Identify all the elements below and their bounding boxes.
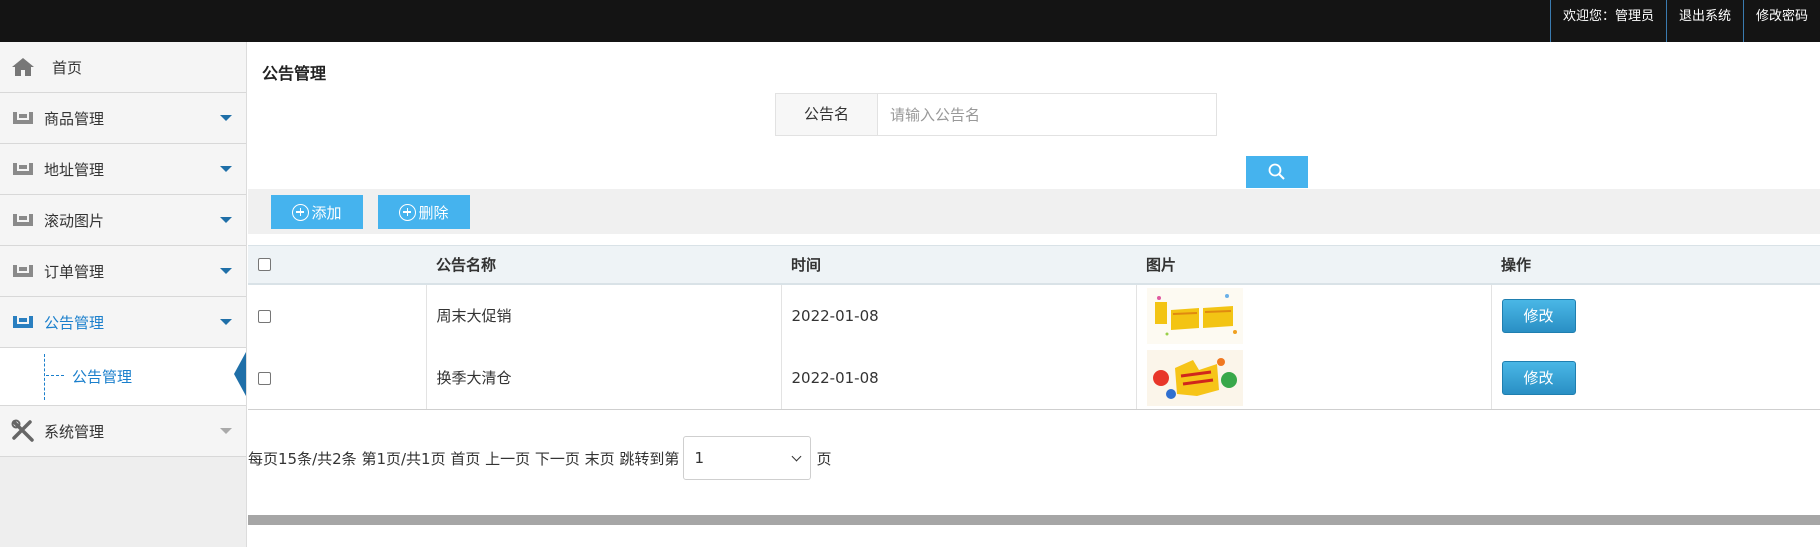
edit-button[interactable]: 修改 — [1501, 360, 1576, 395]
column-header-name[interactable]: 公告名称 — [426, 245, 781, 285]
column-header-action[interactable]: 操作 — [1491, 245, 1820, 285]
ribbon-icon — [10, 207, 36, 233]
announcement-image-cell — [1135, 346, 1491, 410]
sidebar-item-label: 订单管理 — [44, 262, 105, 281]
home-icon — [10, 54, 36, 80]
announcement-table: 公告名称 时间 图片 操作 周末大促销 2022-01-08 修改 换季大清仓 … — [248, 245, 1820, 410]
chevron-down-icon — [220, 115, 232, 121]
weekend-sale-image — [1146, 287, 1243, 344]
add-button[interactable]: 添加 — [271, 195, 363, 229]
tools-icon — [10, 418, 36, 444]
pagination-info: 每页15条/共2条 第1页/共1页 首页 上一页 下一页 末页 跳转到第 — [248, 449, 680, 468]
search-input[interactable] — [878, 94, 1216, 135]
sidebar: 首页 商品管理 地址管理 滚动图片 订单管理 公告管理 公告管理 系统管理 — [0, 42, 247, 547]
pagination-suffix: 页 — [816, 449, 832, 468]
select-all-cell — [248, 245, 426, 285]
delete-button-label: 删除 — [418, 204, 449, 222]
sidebar-item-label: 商品管理 — [44, 109, 105, 128]
sidebar-subitem-announcements[interactable]: 公告管理 — [0, 348, 246, 406]
plus-circle-icon — [292, 203, 310, 221]
row-select-cell — [248, 346, 426, 410]
tree-branch — [46, 375, 64, 376]
toolbar: 添加 删除 — [248, 189, 1820, 234]
ribbon-icon — [10, 156, 36, 182]
tree-line — [44, 354, 45, 400]
table-row: 换季大清仓 2022-01-08 修改 — [248, 346, 1820, 410]
ribbon-icon — [10, 258, 36, 284]
row-checkbox[interactable] — [258, 371, 271, 385]
delete-button[interactable]: 删除 — [378, 195, 470, 229]
sidebar-item-label: 系统管理 — [44, 422, 105, 441]
table-row: 周末大促销 2022-01-08 修改 — [248, 283, 1820, 347]
edit-button[interactable]: 修改 — [1501, 298, 1576, 333]
chevron-down-icon — [220, 166, 232, 172]
page-select[interactable]: 1 — [683, 436, 812, 480]
search-icon — [1268, 163, 1285, 180]
logout-link[interactable]: 退出系统 — [1665, 0, 1743, 42]
chevron-down-icon — [791, 451, 802, 461]
search-button[interactable] — [1246, 156, 1308, 188]
top-bar: 欢迎您：管理员 退出系统 修改密码 — [0, 0, 1820, 42]
announcement-name: 换季大清仓 — [425, 346, 781, 410]
sidebar-item-home[interactable]: 首页 — [0, 42, 246, 93]
top-links: 欢迎您：管理员 退出系统 修改密码 — [1549, 0, 1820, 42]
add-button-label: 添加 — [311, 204, 342, 222]
sidebar-subitem-label: 公告管理 — [72, 368, 133, 386]
search-label: 公告名 — [776, 94, 878, 135]
announcement-name: 周末大促销 — [425, 283, 781, 347]
action-cell: 修改 — [1490, 346, 1820, 410]
column-header-image[interactable]: 图片 — [1136, 245, 1491, 285]
announcement-time: 2022-01-08 — [780, 346, 1136, 410]
sidebar-item-products[interactable]: 商品管理 — [0, 93, 246, 144]
sidebar-item-address[interactable]: 地址管理 — [0, 144, 246, 195]
row-checkbox[interactable] — [258, 309, 271, 323]
sidebar-item-system[interactable]: 系统管理 — [0, 406, 246, 457]
chevron-down-icon — [220, 268, 232, 274]
row-select-cell — [248, 284, 426, 347]
plus-circle-icon — [399, 203, 417, 221]
column-header-time[interactable]: 时间 — [781, 245, 1136, 285]
sidebar-item-label: 地址管理 — [44, 160, 105, 179]
pagination: 每页15条/共2条 第1页/共1页 首页 上一页 下一页 末页 跳转到第 1 页 — [248, 436, 831, 480]
announcement-image-cell — [1135, 283, 1491, 347]
horizontal-scrollbar[interactable] — [248, 515, 1820, 525]
main-content: 公告管理 公告名 添加 删除 公告名称 时间 图片 操作 — [248, 42, 1820, 547]
sidebar-item-announcements[interactable]: 公告管理 — [0, 297, 246, 348]
change-password-link[interactable]: 修改密码 — [1742, 0, 1820, 42]
sidebar-item-label: 首页 — [52, 58, 83, 77]
ribbon-icon — [10, 105, 36, 131]
action-cell: 修改 — [1490, 283, 1820, 347]
search-form: 公告名 — [775, 93, 1217, 136]
chevron-down-icon — [220, 319, 232, 325]
sidebar-item-orders[interactable]: 订单管理 — [0, 246, 246, 297]
select-all-checkbox[interactable] — [258, 258, 271, 272]
active-pointer-icon — [234, 352, 246, 396]
announcement-time: 2022-01-08 — [780, 283, 1136, 347]
page-title: 公告管理 — [262, 64, 327, 83]
chevron-down-icon — [220, 428, 232, 434]
season-clearance-image — [1146, 349, 1243, 406]
welcome-text: 欢迎您：管理员 — [1549, 0, 1666, 42]
chevron-down-icon — [220, 217, 232, 223]
page-select-value: 1 — [694, 449, 704, 467]
sidebar-item-label: 公告管理 — [44, 313, 105, 332]
sidebar-item-label: 滚动图片 — [44, 211, 105, 230]
ribbon-icon — [10, 309, 36, 335]
table-header-row: 公告名称 时间 图片 操作 — [248, 245, 1820, 285]
sidebar-item-carousel[interactable]: 滚动图片 — [0, 195, 246, 246]
